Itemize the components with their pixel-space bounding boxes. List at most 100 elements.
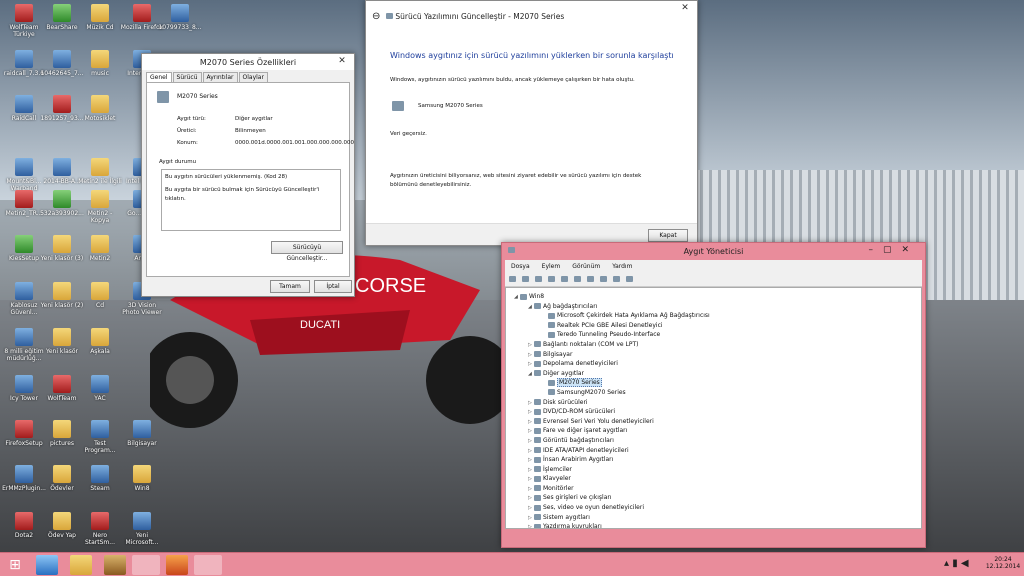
tree-item[interactable]: ▷ Yazdırma kuyrukları <box>514 522 921 528</box>
desktop-icon[interactable]: Motosiklet <box>78 95 122 122</box>
tree-item[interactable]: ▷ Fare ve diğer işaret aygıtları <box>514 426 921 436</box>
app-icon[interactable] <box>104 555 126 575</box>
tree-item[interactable]: ▷ Ses girişleri ve çıkışları <box>514 493 921 503</box>
desktop-icon[interactable]: 10799733_8... <box>158 4 202 31</box>
device-category-icon <box>534 514 541 521</box>
tree-item[interactable]: ▷ IDE ATA/ATAPI denetleyicileri <box>514 446 921 456</box>
uninstall-icon[interactable] <box>626 276 633 282</box>
status-textbox[interactable]: Bu aygıtın sürücüleri yüklenmemiş. (Kod … <box>161 169 341 231</box>
chrome-icon[interactable] <box>132 555 160 575</box>
desktop-icon-label: Yeni Microsoft... <box>125 532 159 546</box>
back-icon[interactable] <box>509 276 516 282</box>
tree-item[interactable]: ◢ Diğer aygıtlar <box>514 369 921 379</box>
device-category-icon <box>534 437 541 444</box>
desktop-icon[interactable]: Nero StartSm... <box>78 512 122 546</box>
back-arrow-icon[interactable]: ⊖ <box>372 11 380 22</box>
file-explorer-icon[interactable] <box>70 555 92 575</box>
app-icon <box>15 282 33 300</box>
desktop-icon-label: Test Program... <box>84 440 116 454</box>
desktop-icon[interactable]: Steam <box>78 465 122 492</box>
desktop-icon[interactable]: Metin2 ile İlgili <box>78 158 122 185</box>
desktop-icon[interactable]: music <box>78 50 122 77</box>
tree-item[interactable]: Realtek PCIe GBE Ailesi Denetleyici <box>514 321 921 331</box>
device-manager-window: Aygıt Yöneticisi –▢✕ Dosya Eylem Görünüm… <box>501 242 926 548</box>
app-icon <box>53 95 71 113</box>
desktop-icon[interactable]: Metin2 - Kopya <box>78 190 122 224</box>
firefox-icon[interactable] <box>166 555 188 575</box>
device-setup-icon <box>386 13 394 19</box>
tree-item[interactable]: ▷ Bağlantı noktaları (COM ve LPT) <box>514 340 921 350</box>
taskbar: ⊞ ▴ ▮ ◀ 20:24 12.12.2014 <box>0 552 1024 576</box>
update-close-icon[interactable]: ✕ <box>677 3 693 14</box>
tree-item[interactable]: Microsoft Çekirdek Hata Ayıklama Ağ Bağd… <box>514 311 921 321</box>
devmgr-app-icon <box>508 247 515 253</box>
tree-item[interactable]: SamsungM2070 Series <box>514 388 921 398</box>
menu-view[interactable]: Görünüm <box>572 263 600 270</box>
disable-icon[interactable] <box>613 276 620 282</box>
tree-item[interactable]: ▷ Bilgisayar <box>514 350 921 360</box>
internet-explorer-icon[interactable] <box>36 555 58 575</box>
ok-button[interactable]: Tamam <box>270 280 310 293</box>
cancel-button[interactable]: İptal <box>314 280 352 293</box>
desktop-icon[interactable]: Win8 <box>120 465 164 492</box>
tree-item[interactable]: ▷ Monitörler <box>514 484 921 494</box>
tree-item[interactable]: ▷ İnsan Arabirim Aygıtları <box>514 455 921 465</box>
device-category-icon <box>534 418 541 425</box>
tree-item[interactable]: ▷ Ses, video ve oyun denetleyicileri <box>514 503 921 513</box>
tab-general[interactable]: Genel <box>146 72 172 82</box>
desktop-icon[interactable]: Müzik Cd <box>78 4 122 31</box>
desktop-icon[interactable]: YAC <box>78 375 122 402</box>
tree-item[interactable]: ▷ Evrensel Seri Veri Yolu denetleyicileri <box>514 417 921 427</box>
properties-title: M2070 Series Özellikleri <box>199 57 297 67</box>
tree-item[interactable]: ◢ Ağ bağdaştırıcıları <box>514 302 921 312</box>
app-icon <box>15 158 33 176</box>
desktop-icon[interactable]: Yeni Microsoft... <box>120 512 164 546</box>
desktop-icon[interactable]: Bilgisayar <box>120 420 164 447</box>
desktop-icon[interactable]: Cd <box>78 282 122 309</box>
menu-action[interactable]: Eylem <box>542 263 561 270</box>
update-driver-button[interactable]: Sürücüyü Güncelleştir... <box>271 241 343 262</box>
tree-item[interactable]: ▷ DVD/CD-ROM sürücüleri <box>514 407 921 417</box>
properties-close-icon[interactable]: ✕ <box>334 56 350 67</box>
help-icon[interactable] <box>561 276 568 282</box>
desktop-icon-label: Cd <box>96 302 104 309</box>
status-line-2: Bu aygıta bir sürücü bulmak için Sürücüy… <box>165 187 320 202</box>
device-name: M2070 Series <box>177 93 218 100</box>
tree-item-label: Teredo Tunneling Pseudo-Interface <box>557 331 661 339</box>
tree-item[interactable]: ◢ Win8 <box>514 292 921 302</box>
menu-file[interactable]: Dosya <box>511 263 530 270</box>
properties-icon[interactable] <box>535 276 542 282</box>
tree-item[interactable]: ▷ Disk sürücüleri <box>514 398 921 408</box>
tree-item[interactable]: ▷ Görüntü bağdaştırıcıları <box>514 436 921 446</box>
tree-item[interactable]: ▷ Klavyeler <box>514 474 921 484</box>
forward-icon[interactable] <box>522 276 529 282</box>
device-category-icon <box>534 504 541 511</box>
monitor-icon[interactable] <box>587 276 594 282</box>
update-icon[interactable] <box>600 276 607 282</box>
desktop-icon[interactable]: Test Program... <box>78 420 122 454</box>
tree-item-label: IDE ATA/ATAPI denetleyicileri <box>543 446 629 454</box>
tree-item-label: Sistem aygıtları <box>543 513 590 521</box>
tab-events[interactable]: Olaylar <box>238 72 268 82</box>
folder-icon <box>53 512 71 530</box>
folder-icon <box>91 235 109 253</box>
start-windows-icon[interactable]: ⊞ <box>4 555 26 575</box>
tab-details[interactable]: Ayrıntılar <box>202 72 238 82</box>
tree-item[interactable]: ▷ İşlemciler <box>514 465 921 475</box>
tree-item[interactable]: ▷ Sistem aygıtları <box>514 513 921 523</box>
close-button[interactable]: Kapat <box>648 229 688 242</box>
tree-item[interactable]: M2070 Series <box>514 378 921 388</box>
menu-help[interactable]: Yardım <box>612 263 632 270</box>
desktop-icon[interactable]: Aşkala <box>78 328 122 355</box>
list-icon[interactable] <box>548 276 555 282</box>
tree-item[interactable]: ▷ Depolama denetleyicileri <box>514 359 921 369</box>
device-manager-taskbar-icon[interactable] <box>194 555 222 575</box>
tab-driver[interactable]: Sürücü <box>172 72 202 82</box>
window-controls-icon[interactable]: –▢✕ <box>868 245 919 255</box>
desktop-icon[interactable]: Metin2 <box>78 235 122 262</box>
location-label: Konum: <box>177 140 198 146</box>
tray-icons[interactable]: ▴ ▮ ◀ <box>944 558 969 569</box>
tree-item[interactable]: Teredo Tunneling Pseudo-Interface <box>514 330 921 340</box>
clock[interactable]: 20:24 12.12.2014 <box>984 556 1022 570</box>
scan-icon[interactable] <box>574 276 581 282</box>
